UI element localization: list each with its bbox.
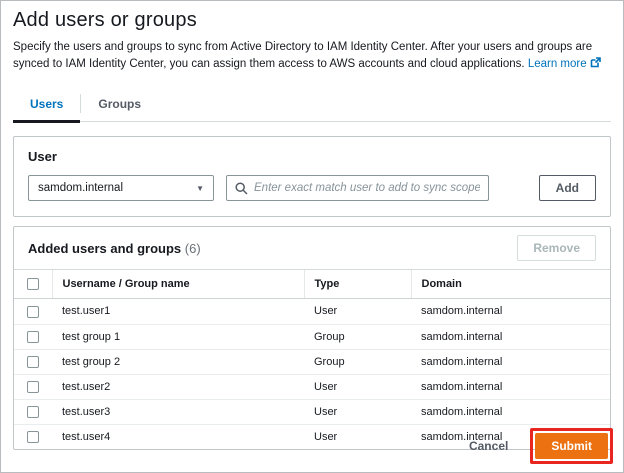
row-checkbox[interactable]: [27, 305, 39, 318]
submit-button[interactable]: Submit: [535, 433, 608, 459]
cell-username: test.user1: [52, 298, 304, 325]
row-checkbox[interactable]: [27, 405, 39, 418]
cell-domain: samdom.internal: [411, 399, 610, 425]
cell-type: Group: [304, 349, 411, 375]
cell-type: User: [304, 298, 411, 325]
user-search-box: [226, 175, 489, 202]
select-all-checkbox[interactable]: [27, 278, 39, 291]
cell-domain: samdom.internal: [411, 374, 610, 400]
table-row: test group 1 Group samdom.internal: [14, 324, 610, 350]
chevron-down-icon: ▼: [196, 183, 204, 193]
cell-username: test.user2: [52, 374, 304, 400]
column-header-username: Username / Group name: [51, 269, 304, 300]
row-checkbox[interactable]: [27, 355, 39, 368]
added-users-table: Username / Group name Type Domain test.u…: [14, 269, 610, 449]
column-header-type: Type: [303, 269, 411, 300]
cell-domain: samdom.internal: [411, 298, 610, 325]
table-row: test.user1 User samdom.internal: [14, 298, 610, 325]
learn-more-label: Learn more: [527, 57, 587, 70]
description-text: Specify the users and groups to sync fro…: [13, 41, 593, 70]
cell-username: test.user3: [52, 399, 304, 425]
row-checkbox[interactable]: [27, 380, 39, 393]
cell-username: test group 2: [52, 349, 304, 375]
row-checkbox[interactable]: [27, 431, 39, 444]
remove-button[interactable]: Remove: [517, 235, 596, 262]
cancel-button[interactable]: Cancel: [469, 439, 508, 453]
add-users-or-groups-page: Add users or groups Specify the users an…: [1, 1, 623, 451]
table-row: test group 2 Group samdom.internal: [14, 349, 610, 375]
cell-type: User: [304, 374, 411, 400]
domain-select[interactable]: samdom.internal ▼: [28, 175, 214, 202]
search-icon: [235, 182, 248, 195]
cell-domain: samdom.internal: [411, 324, 610, 350]
form-actions: Cancel Submit: [469, 428, 613, 464]
cell-domain: samdom.internal: [411, 349, 610, 375]
page-title: Add users or groups: [13, 9, 197, 31]
tab-bar: Users Groups: [13, 90, 611, 124]
cell-username: test.user4: [62, 431, 111, 444]
learn-more-link[interactable]: Learn more: [527, 56, 601, 70]
user-panel: User samdom.internal ▼ Add: [13, 136, 611, 218]
table-header-row: Username / Group name Type Domain: [14, 269, 610, 300]
added-users-count: (6): [184, 240, 201, 256]
add-button[interactable]: Add: [538, 175, 596, 202]
added-users-panel: Added users and groups (6) Remove Userna…: [13, 226, 611, 451]
added-users-heading: Added users and groups (6): [28, 241, 201, 256]
cell-username: test group 1: [52, 324, 304, 350]
user-search-input[interactable]: [254, 182, 480, 195]
user-panel-heading: User: [28, 149, 57, 165]
row-checkbox[interactable]: [27, 330, 39, 343]
page-description: Specify the users and groups to sync fro…: [13, 39, 611, 73]
tab-users[interactable]: Users: [13, 90, 81, 124]
external-link-icon: [590, 56, 601, 74]
table-row: test.user2 User samdom.internal: [14, 374, 610, 400]
cell-type: User: [314, 431, 338, 444]
tab-groups[interactable]: Groups: [81, 90, 158, 121]
added-users-heading-text: Added users and groups: [28, 240, 182, 256]
domain-select-value: samdom.internal: [38, 182, 124, 195]
table-row: test.user3 User samdom.internal: [14, 399, 610, 425]
column-header-domain: Domain: [410, 269, 610, 300]
cell-type: Group: [304, 324, 411, 350]
cell-type: User: [304, 399, 411, 425]
annotation-highlight-red-box: Submit: [530, 428, 613, 464]
